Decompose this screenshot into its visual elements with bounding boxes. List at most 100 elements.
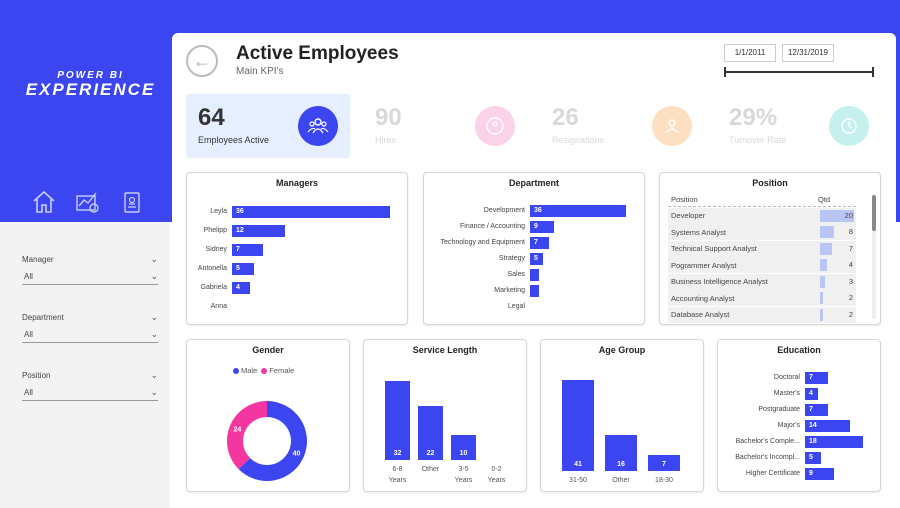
qtd-value: 20 — [844, 210, 853, 220]
bar-value: 16 — [617, 460, 625, 468]
position-qtd: 7 — [818, 241, 856, 257]
position-name: Developer — [671, 211, 706, 220]
bar[interactable]: 7 — [805, 372, 828, 384]
kpi-label: Turnover Rate — [729, 135, 787, 145]
bar-value: 7 — [662, 460, 666, 468]
bar[interactable]: 14 — [805, 420, 851, 432]
bar[interactable]: 7 — [232, 244, 263, 256]
kpi-value: 64 — [198, 104, 225, 131]
position-name: Accounting Analyst — [671, 293, 735, 303]
kpi-hires[interactable]: 90 Hires — [363, 94, 527, 158]
chevron-down-icon[interactable]: ⌄ — [150, 312, 158, 323]
table-row[interactable]: Pogrammer Analyst 4 — [668, 257, 856, 273]
kpi-value: 29% — [729, 104, 778, 131]
kpi-resignations[interactable]: 26 Resignations — [540, 94, 704, 158]
home-icon[interactable] — [30, 188, 58, 216]
qtd-col-header[interactable]: Qtd — [818, 193, 856, 206]
bar[interactable]: 5 — [530, 253, 544, 265]
table-row[interactable]: Systems Analyst 8 — [668, 224, 856, 240]
bar[interactable]: 22 — [418, 405, 443, 460]
position-select[interactable]: All ⌄ — [22, 385, 158, 401]
bar-label: Anna — [210, 303, 227, 310]
bar-label: Antonella — [197, 265, 227, 272]
position-name: Technical Support Analyst — [671, 244, 757, 253]
bar[interactable]: 36 — [530, 205, 626, 217]
bar-label: Legal — [507, 303, 525, 310]
table-row[interactable]: Developer 20 — [668, 207, 856, 224]
donut-female-slice[interactable] — [227, 401, 267, 470]
position-qtd: 2 — [818, 290, 856, 306]
bar-category: 31-50 — [569, 477, 587, 484]
date-end-input[interactable]: 12/31/2019 — [782, 44, 834, 62]
date-start-input[interactable]: 1/1/2011 — [724, 44, 776, 62]
bar[interactable]: 5 — [805, 452, 822, 464]
legend-male-label: Male — [241, 366, 258, 375]
position-scrollbar[interactable] — [872, 195, 876, 319]
bar-label: Leyla — [210, 208, 227, 215]
qtd-bar — [820, 242, 832, 255]
gender-donut-chart: 24 40 — [227, 401, 307, 481]
bar[interactable]: 9 — [805, 468, 834, 480]
managers-title: Managers — [275, 178, 319, 188]
bar[interactable]: 5 — [232, 263, 254, 275]
bar-label: Marketing — [494, 287, 525, 294]
bar[interactable]: 16 — [605, 435, 637, 471]
bar[interactable]: 10 — [451, 435, 476, 460]
date-range-slider[interactable] — [724, 67, 874, 77]
back-arrow-icon[interactable]: ← — [186, 45, 218, 77]
bar-value: 41 — [574, 461, 582, 468]
bar-label: Phelipp — [203, 227, 227, 234]
position-name: Pogrammer Analyst — [671, 260, 737, 270]
table-row[interactable]: Accounting Analyst 2 — [668, 290, 856, 306]
kpi-employees-active[interactable]: 64 Employees Active — [186, 94, 350, 158]
kpi-label: Resignations — [552, 135, 605, 145]
bar[interactable] — [530, 285, 539, 297]
qtd-value: 4 — [848, 260, 853, 269]
scroll-thumb[interactable] — [872, 195, 876, 231]
legend-male[interactable]: Male — [233, 366, 257, 375]
bar[interactable]: 32 — [385, 381, 410, 460]
bar[interactable]: 36 — [232, 206, 390, 218]
table-row[interactable]: Business Intelligence Analyst 3 — [668, 273, 856, 290]
filter-department: Department ⌄ All ⌄ — [22, 312, 158, 343]
kpi-label: Employees Active — [198, 135, 270, 145]
chevron-down-icon: ⌄ — [150, 387, 158, 397]
position-col-header[interactable]: Position — [668, 195, 818, 204]
qtd-bar — [820, 226, 834, 238]
bar[interactable] — [530, 269, 539, 281]
brand-logo: POWER BI EXPERIENCE — [18, 70, 163, 116]
refresh-icon — [829, 106, 869, 146]
kpi-turnover-rate[interactable]: 29% Turnover Rate — [717, 94, 881, 158]
bar-label: Strategy — [498, 255, 525, 262]
position-qtd: 20 — [818, 208, 856, 224]
bar-category: Other — [612, 477, 630, 484]
table-row[interactable]: Database Analyst 2 — [668, 306, 856, 323]
bar[interactable]: 4 — [232, 282, 250, 294]
qtd-value: 7 — [848, 243, 853, 253]
bar[interactable]: 12 — [232, 225, 285, 237]
qtd-value: 2 — [848, 309, 853, 319]
bar[interactable]: 4 — [805, 388, 818, 400]
chevron-down-icon[interactable]: ⌄ — [150, 370, 158, 381]
donut-female-label: 24 — [234, 426, 242, 433]
qtd-bar — [820, 259, 827, 271]
bar[interactable]: 18 — [805, 436, 863, 448]
bar-label: Development — [483, 207, 525, 214]
bar[interactable]: 9 — [530, 221, 554, 233]
bar-value: 22 — [426, 450, 435, 457]
bar[interactable]: 7 — [805, 404, 828, 416]
bar[interactable]: 7 — [530, 237, 549, 249]
age-group-title: Age Group — [598, 345, 646, 355]
department-select[interactable]: All ⌄ — [22, 327, 158, 343]
table-row[interactable]: Technical Support Analyst 7 — [668, 240, 856, 257]
education-card: Education Doctoral 7 Master's 4 Postgraduate… — [717, 339, 881, 492]
qtd-value: 3 — [848, 276, 853, 286]
bar[interactable]: 41 — [562, 380, 594, 471]
qtd-bar — [820, 292, 824, 304]
legend-female[interactable]: Female — [261, 366, 294, 375]
chevron-down-icon[interactable]: ⌄ — [150, 254, 158, 265]
managers-card: Managers Leyla 36 Phelipp 12 Sidney 7 Antonell… — [186, 172, 408, 325]
position-select-value: All — [24, 388, 33, 397]
department-card: Department Development 36 Finance / Accoun… — [423, 172, 645, 325]
bar-label: Sales — [507, 271, 525, 278]
